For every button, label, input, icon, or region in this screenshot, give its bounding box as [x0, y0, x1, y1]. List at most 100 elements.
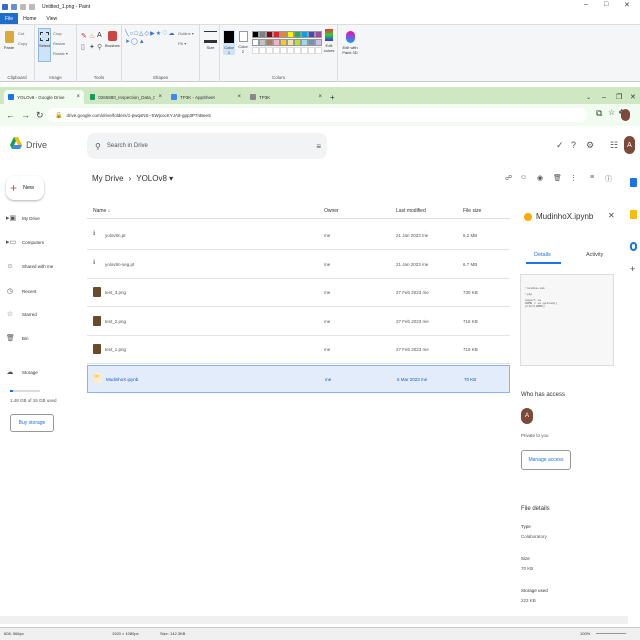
trash-icon[interactable]: 🗑 [553, 174, 562, 182]
drive-logo-icon[interactable] [10, 137, 22, 153]
save-icon[interactable] [11, 3, 17, 10]
maximize-icon[interactable]: □ [604, 1, 608, 8]
reload-icon[interactable]: ↻ [36, 110, 44, 121]
palette-swatch[interactable] [273, 31, 280, 38]
crop-button[interactable]: Crop [53, 31, 62, 36]
tab-details[interactable]: Details [534, 252, 551, 258]
magnifier-icon[interactable]: ⚲ [97, 43, 102, 51]
custom-swatch[interactable] [259, 47, 266, 54]
row-more-icon[interactable]: ⋮ [423, 345, 428, 351]
sidebar-item-bin[interactable]: 🗑 Bin [6, 334, 29, 342]
eraser-icon[interactable]: ▯ [81, 43, 85, 51]
paste-button[interactable]: Paste [3, 31, 15, 50]
tab-inspection[interactable]: 0265880_Inspection_Data_07/03 × [86, 90, 166, 104]
tab-close-icon[interactable]: × [76, 94, 80, 100]
list-view-icon[interactable]: ≡ [590, 174, 594, 181]
keep-icon[interactable] [630, 210, 637, 219]
profile-avatar-icon[interactable] [621, 109, 630, 121]
palette-swatch[interactable] [308, 39, 315, 46]
rotate-button[interactable]: Rotate ▾ [53, 51, 68, 56]
sidebar-item-starred[interactable]: ☆ Starred [6, 310, 37, 318]
palette-swatch[interactable] [287, 39, 294, 46]
horizontal-scrollbar[interactable] [0, 616, 628, 624]
more-vert-icon[interactable]: ⋮ [570, 174, 577, 182]
restore-icon[interactable]: ❐ [612, 90, 626, 104]
brushes-button[interactable]: Brushes [105, 31, 120, 48]
custom-swatch[interactable] [301, 47, 308, 54]
palette-swatch[interactable] [294, 31, 301, 38]
tab-close-icon[interactable]: × [318, 94, 322, 100]
drive-app-name[interactable]: Drive [26, 140, 47, 150]
palette-swatch[interactable] [259, 31, 266, 38]
help-icon[interactable]: ? [571, 140, 576, 150]
table-row[interactable]: test_2.png me 27 Feb 2023 me 718 KB ⋮ [87, 308, 510, 336]
fill-button[interactable]: Fill ▾ [178, 41, 186, 46]
edit-paint3d-button[interactable]: Edit with Paint 3D [340, 31, 360, 55]
tab-close-icon[interactable]: × [237, 94, 241, 100]
sidebar-item-shared[interactable]: ☺ Shared with me [6, 263, 53, 270]
new-tab-button[interactable]: + [326, 90, 339, 104]
forward-icon[interactable]: → [21, 110, 30, 120]
minimize-icon[interactable]: – [584, 1, 588, 8]
calendar-icon[interactable] [630, 178, 637, 187]
palette-swatch[interactable] [287, 31, 294, 38]
palette-swatch[interactable] [266, 31, 273, 38]
menu-view[interactable]: View [41, 13, 62, 24]
menu-home[interactable]: Home [18, 13, 41, 24]
preview-eye-icon[interactable]: ◉ [537, 174, 543, 182]
custom-swatch[interactable] [287, 47, 294, 54]
text-icon[interactable]: A [97, 32, 102, 39]
url-input[interactable]: 🔒 drive.google.com/drive/folders/1-pwqsN… [47, 108, 587, 122]
palette-swatch[interactable] [308, 31, 315, 38]
tab-appsheet[interactable]: TP3K - AppSheet × [167, 90, 245, 104]
redo-icon[interactable] [29, 3, 35, 10]
palette-swatch[interactable] [294, 39, 301, 46]
palette-swatch[interactable] [280, 31, 287, 38]
sidebar-item-recent[interactable]: ◷ Recent [6, 287, 36, 295]
palette-swatch[interactable] [252, 31, 259, 38]
undo-icon[interactable] [20, 3, 26, 10]
tab-drive[interactable]: YOLOv8 - Google Drive × [4, 90, 84, 104]
row-more-icon[interactable]: ⋮ [423, 260, 428, 266]
close-panel-icon[interactable]: ✕ [608, 211, 615, 220]
bookmark-star-icon[interactable]: ☆ [608, 108, 615, 117]
info-icon[interactable]: ⓘ [605, 174, 612, 184]
manage-access-button[interactable]: Manage access [521, 450, 571, 470]
link-icon[interactable]: ☍ [505, 174, 512, 182]
back-icon[interactable]: ← [6, 110, 15, 120]
buy-storage-button[interactable]: Buy storage [10, 414, 54, 432]
custom-swatch[interactable] [294, 47, 301, 54]
chevron-down-icon[interactable]: ⌄ [582, 90, 595, 104]
search-input[interactable]: ⚲ Search in Drive ≡ [87, 133, 327, 159]
column-size[interactable]: File size [463, 208, 481, 214]
palette-swatch[interactable] [315, 31, 322, 38]
breadcrumb-folder[interactable]: YOLOv8 ▾ [136, 174, 173, 183]
tab-close-icon[interactable]: × [158, 94, 162, 100]
share-icon[interactable]: ⧉ [596, 108, 602, 119]
sidebar-item-storage[interactable]: ☁ Storage [6, 368, 38, 376]
sort-arrow-icon[interactable]: ↓ [108, 208, 111, 214]
custom-swatch[interactable] [266, 47, 273, 54]
custom-swatch[interactable] [280, 47, 287, 54]
add-addon-icon[interactable]: + [630, 264, 635, 274]
column-modified[interactable]: Last modified [396, 208, 426, 214]
pencil-icon[interactable]: ✎ [81, 32, 87, 40]
sidebar-item-my-drive[interactable]: ▸▣ My Drive [6, 214, 40, 222]
table-row[interactable]: test_1.png me 27 Feb 2023 me 719 KB ⋮ [87, 336, 510, 364]
offline-status-icon[interactable]: ✓ [556, 140, 564, 151]
table-row[interactable]: test_3.png me 27 Feb 2023 me 730 KB ⋮ [87, 279, 510, 307]
apps-grid-icon[interactable]: ☷ [610, 140, 618, 151]
filter-icon[interactable]: ≡ [316, 142, 321, 151]
shapes-gallery-icon[interactable]: ╲○□△◇▶★♡☁➤◯▲ [125, 30, 177, 46]
palette-swatch[interactable] [273, 39, 280, 46]
row-more-icon[interactable]: ⋮ [423, 231, 428, 237]
color1-button[interactable]: Color 1 [223, 30, 235, 55]
table-row[interactable]: ℹ yolov8n-seg.pt me 21 Jan 2023 me 6.7 MB ⋮ [87, 251, 510, 279]
custom-swatch[interactable] [252, 47, 259, 54]
size-button[interactable]: Size [204, 31, 217, 50]
custom-swatch[interactable] [315, 47, 322, 54]
settings-gear-icon[interactable]: ⚙ [586, 140, 594, 151]
outline-button[interactable]: Outline ▾ [178, 31, 194, 36]
palette-swatch[interactable] [301, 39, 308, 46]
row-more-icon[interactable]: ⋮ [423, 288, 428, 294]
